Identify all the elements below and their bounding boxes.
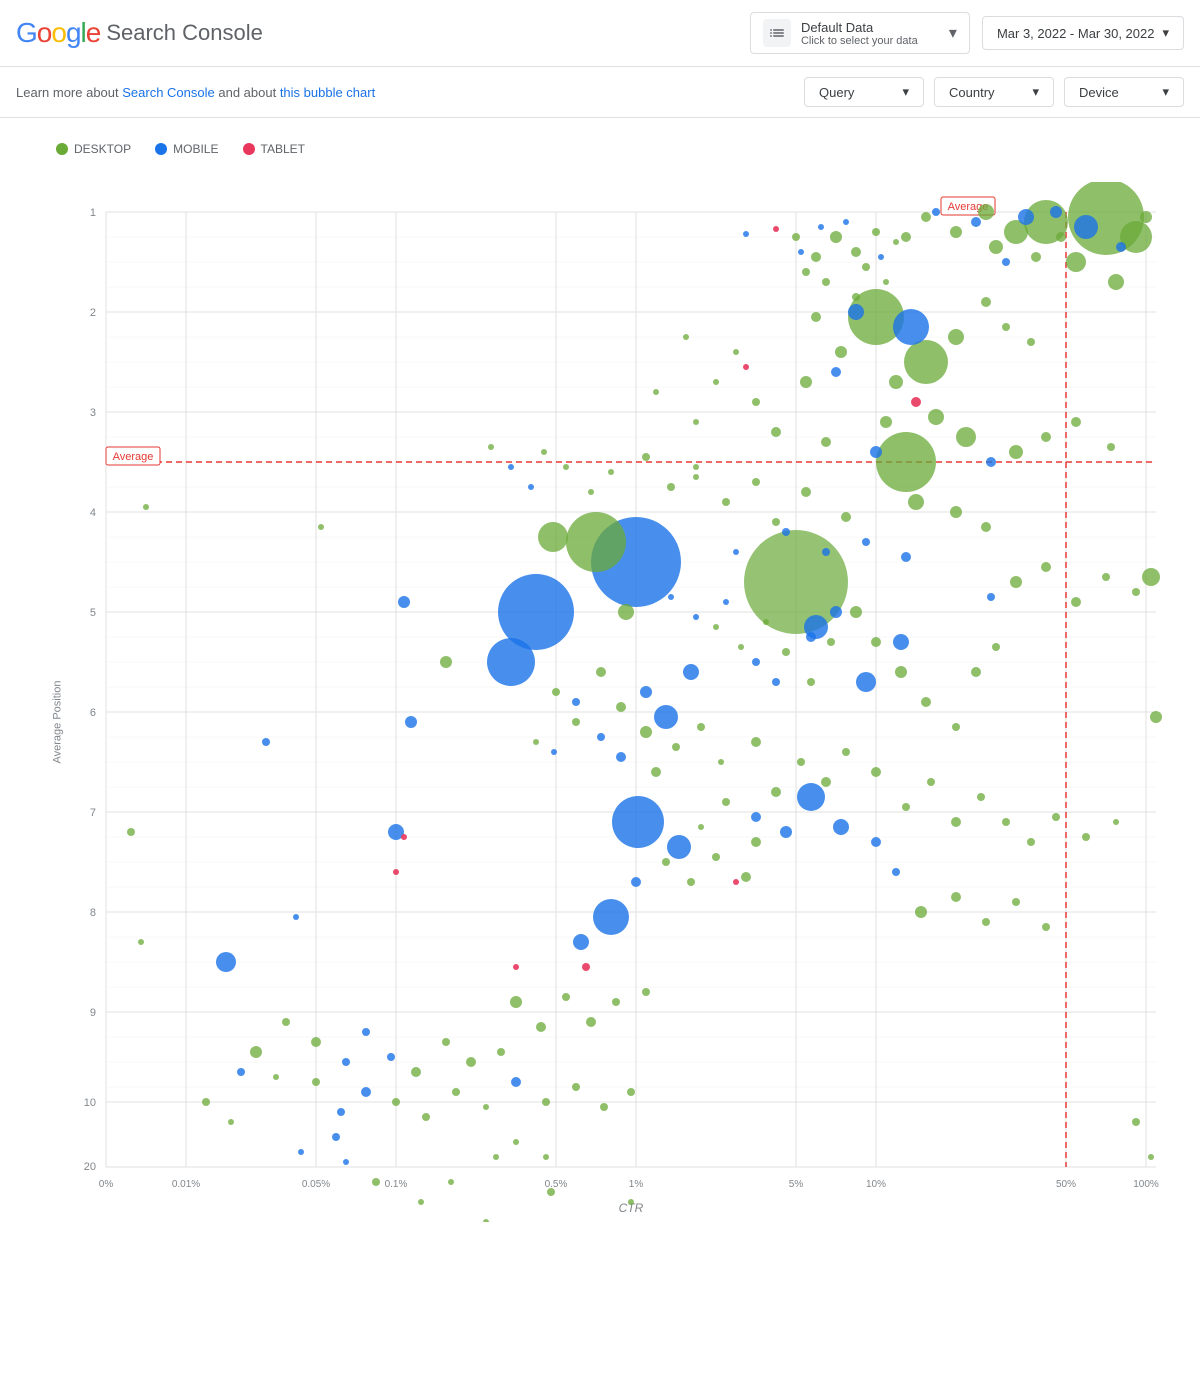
svg-text:0%: 0% — [99, 1179, 114, 1190]
svg-text:1: 1 — [90, 207, 96, 219]
legend-item-mobile: MOBILE — [155, 142, 218, 156]
svg-text:8: 8 — [90, 907, 96, 919]
data-selector-title: Default Data — [801, 20, 939, 35]
chart-legend: DESKTOP MOBILE TABLET — [16, 134, 1192, 172]
data-selector-icon — [763, 19, 791, 47]
data-selector-button[interactable]: Default Data Click to select your data ▾ — [750, 12, 970, 54]
search-console-wordmark: Search Console — [106, 20, 263, 46]
chart-container: DESKTOP MOBILE TABLET Average Position — [0, 118, 1200, 1288]
svg-text:6: 6 — [90, 707, 96, 719]
sub-header: Learn more about Search Console and abou… — [0, 67, 1200, 118]
info-links: Learn more about Search Console and abou… — [16, 85, 375, 100]
desktop-dot-icon — [56, 143, 68, 155]
svg-text:9: 9 — [90, 1007, 96, 1019]
search-console-link[interactable]: Search Console — [122, 85, 215, 100]
chart-wrapper: Average Position — [16, 172, 1176, 1272]
svg-text:4: 4 — [90, 507, 96, 519]
bubble-chart-svg: 1 2 3 4 5 6 7 8 9 10 20 0% 0.01% 0.05% 0… — [56, 182, 1166, 1222]
header: Google Search Console Default Data Click… — [0, 0, 1200, 67]
country-filter-button[interactable]: Country ▾ — [934, 77, 1054, 107]
svg-text:0.1%: 0.1% — [385, 1179, 408, 1190]
svg-text:3: 3 — [90, 407, 96, 419]
country-filter-arrow-icon: ▾ — [1032, 84, 1039, 100]
svg-text:5: 5 — [90, 607, 96, 619]
header-controls: Default Data Click to select your data ▾… — [750, 12, 1184, 54]
data-selector-text: Default Data Click to select your data — [801, 20, 939, 47]
svg-text:0.5%: 0.5% — [545, 1179, 568, 1190]
data-selector-subtitle: Click to select your data — [801, 35, 939, 47]
learn-more-text: Learn more about — [16, 85, 122, 100]
and-about-text: and about — [218, 85, 279, 100]
data-selector-arrow-icon: ▾ — [949, 23, 957, 43]
svg-text:5%: 5% — [789, 1179, 804, 1190]
query-filter-label: Query — [819, 85, 854, 100]
date-range-text: Mar 3, 2022 - Mar 30, 2022 — [997, 26, 1155, 41]
svg-text:20: 20 — [84, 1161, 96, 1173]
device-filter-arrow-icon: ▾ — [1162, 84, 1169, 100]
mobile-dot-icon — [155, 143, 167, 155]
logo: Google Search Console — [16, 17, 263, 49]
query-filter-button[interactable]: Query ▾ — [804, 77, 924, 107]
svg-text:100%: 100% — [1133, 1179, 1159, 1190]
tablet-dot-icon — [243, 143, 255, 155]
svg-text:0.01%: 0.01% — [172, 1179, 200, 1190]
device-filter-label: Device — [1079, 85, 1119, 100]
svg-text:1%: 1% — [629, 1179, 644, 1190]
svg-text:50%: 50% — [1056, 1179, 1076, 1190]
mobile-label: MOBILE — [173, 142, 218, 156]
google-wordmark: Google — [16, 17, 100, 49]
query-filter-arrow-icon: ▾ — [902, 84, 909, 100]
svg-text:7: 7 — [90, 807, 96, 819]
country-filter-label: Country — [949, 85, 995, 100]
svg-text:10: 10 — [84, 1097, 96, 1109]
legend-item-tablet: TABLET — [243, 142, 305, 156]
device-filter-button[interactable]: Device ▾ — [1064, 77, 1184, 107]
desktop-label: DESKTOP — [74, 142, 131, 156]
date-range-arrow-icon: ▾ — [1162, 25, 1169, 41]
filter-controls: Query ▾ Country ▾ Device ▾ — [804, 77, 1184, 107]
svg-text:Average: Average — [113, 451, 154, 463]
tablet-label: TABLET — [261, 142, 305, 156]
svg-text:2: 2 — [90, 307, 96, 319]
legend-item-desktop: DESKTOP — [56, 142, 131, 156]
svg-text:0.05%: 0.05% — [302, 1179, 330, 1190]
svg-text:10%: 10% — [866, 1179, 886, 1190]
date-range-selector[interactable]: Mar 3, 2022 - Mar 30, 2022 ▾ — [982, 16, 1184, 50]
bubble-chart-link[interactable]: this bubble chart — [280, 85, 375, 100]
chart-plot-area[interactable]: 1 2 3 4 5 6 7 8 9 10 20 0% 0.01% 0.05% 0… — [56, 182, 1166, 1222]
